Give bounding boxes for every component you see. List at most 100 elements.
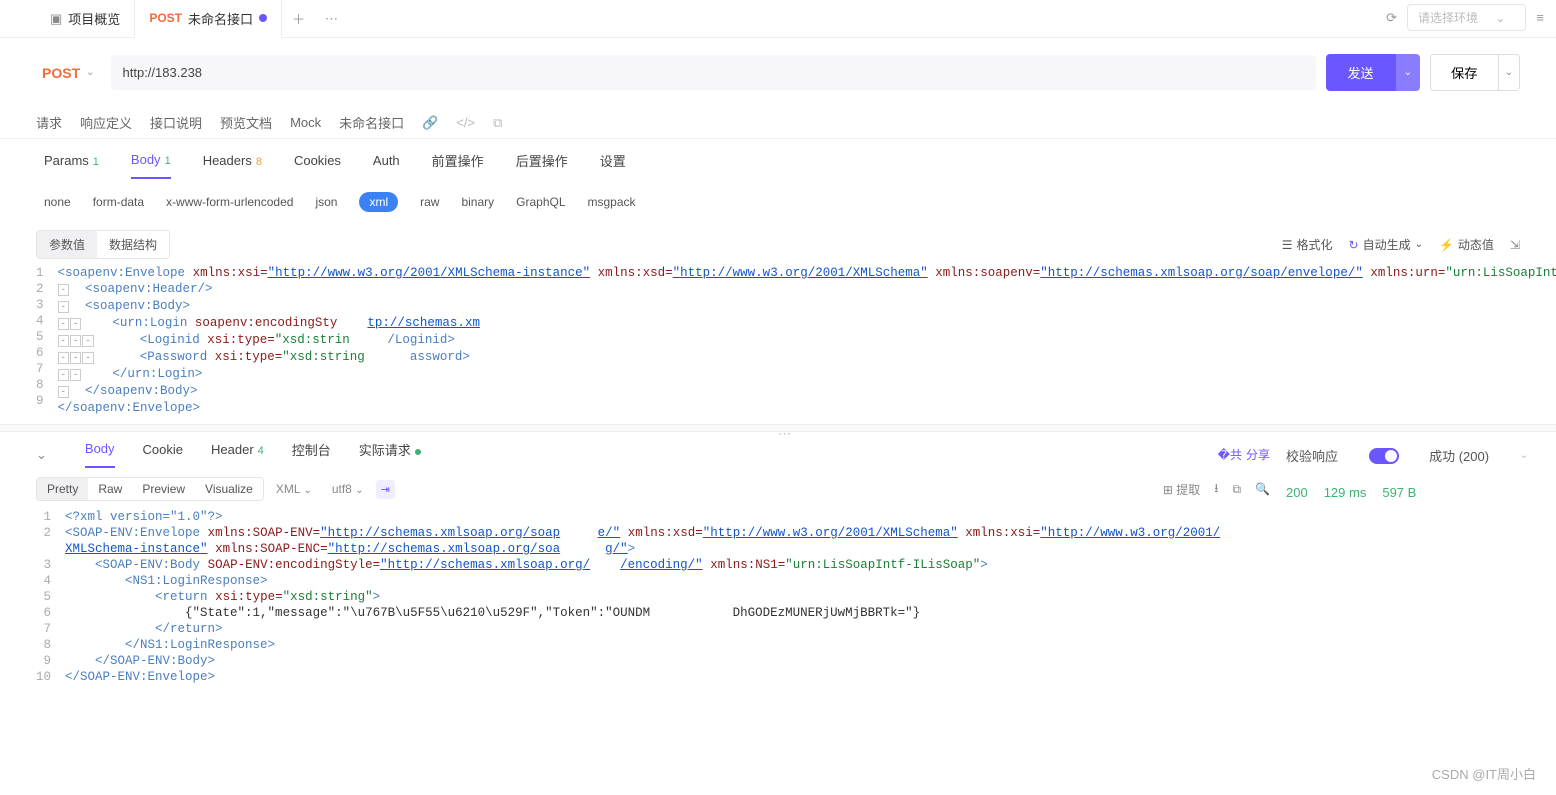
format-button[interactable]: ☰ 格式化 xyxy=(1282,236,1333,253)
env-settings-icon[interactable]: ≡ xyxy=(1536,10,1544,25)
bt-url[interactable]: x-www-form-urlencoded xyxy=(166,195,293,209)
enc-select[interactable]: utf8 ⌄ xyxy=(324,482,372,496)
download-icon[interactable]: ⭳ xyxy=(1214,479,1218,500)
bt-xml[interactable]: xml xyxy=(359,192,398,212)
collapse-icon[interactable]: ⌄ xyxy=(36,447,47,463)
verify-label: 校验响应 xyxy=(1286,446,1338,465)
overview-icon: ▣ xyxy=(50,11,62,27)
bt-none[interactable]: none xyxy=(44,195,71,209)
subnav-preview[interactable]: 预览文档 xyxy=(220,113,272,132)
extract-button[interactable]: ⊞ 提取 xyxy=(1163,481,1200,498)
view-pretty[interactable]: Pretty xyxy=(37,478,88,500)
request-editor[interactable]: 123456789 <soapenv:Envelope xmlns:xsi="h… xyxy=(0,265,1556,424)
chevron-down-icon: ⌄ xyxy=(86,67,94,78)
rtab-console[interactable]: 控制台 xyxy=(292,440,331,469)
seg-value[interactable]: 参数值 xyxy=(37,231,97,258)
subnav-request[interactable]: 请求 xyxy=(36,113,62,132)
tab-overview[interactable]: ▣ 项目概览 xyxy=(36,0,134,38)
response-editor[interactable]: 12345678910 <?xml version="1.0"?> <SOAP-… xyxy=(36,509,1270,725)
tab-body[interactable]: Body1 xyxy=(131,152,171,179)
view-preview[interactable]: Preview xyxy=(132,478,195,500)
lang-select[interactable]: XML ⌄ xyxy=(268,482,320,496)
body-types: none form-data x-www-form-urlencoded jso… xyxy=(0,180,1556,224)
copy-resp-icon[interactable]: ⧉ xyxy=(1232,482,1241,497)
chevron-down-icon[interactable]: ⌄ xyxy=(1520,450,1528,461)
add-tab-button[interactable]: ＋ xyxy=(282,9,315,28)
request-row: POST ⌄ 发送 ⌄ 保存 ⌄ xyxy=(0,38,1556,107)
dot-icon xyxy=(415,449,421,455)
code-icon[interactable]: </> xyxy=(456,115,475,130)
status-text: 成功 (200) xyxy=(1429,446,1489,465)
request-tabs: Params1 Body1 Headers8 Cookies Auth 前置操作… xyxy=(0,139,1556,180)
tab-request-label: 未命名接口 xyxy=(188,9,253,28)
wrap-icon[interactable]: ⇥ xyxy=(376,480,395,499)
send-button[interactable]: 发送 xyxy=(1326,54,1396,91)
resp-gutter: 12345678910 xyxy=(36,509,65,685)
resize-divider[interactable]: ⋯ xyxy=(0,424,1556,432)
subnav-response-def[interactable]: 响应定义 xyxy=(80,113,132,132)
bt-json[interactable]: json xyxy=(315,195,337,209)
subnav-desc[interactable]: 接口说明 xyxy=(150,113,202,132)
send-dropdown[interactable]: ⌄ xyxy=(1396,54,1420,91)
url-input[interactable] xyxy=(111,55,1316,90)
tab-cookies[interactable]: Cookies xyxy=(294,153,341,178)
save-button[interactable]: 保存 xyxy=(1430,54,1499,91)
rtab-header[interactable]: Header4 xyxy=(211,442,264,467)
view-visualize[interactable]: Visualize xyxy=(195,478,263,500)
watermark: CSDN @IT周小白 xyxy=(1432,764,1536,783)
bt-gql[interactable]: GraphQL xyxy=(516,195,565,209)
expand-icon[interactable]: ⇲ xyxy=(1510,238,1520,252)
tab-params[interactable]: Params1 xyxy=(44,153,99,178)
env-area: ⟳ 请选择环境 ⌄ ≡ xyxy=(1386,4,1544,31)
status-size: 597 B xyxy=(1382,485,1416,500)
status-time: 129 ms xyxy=(1324,485,1367,500)
chevron-down-icon: ⌄ xyxy=(1495,11,1505,25)
top-tabs: ▣ 项目概览 POST 未命名接口 ＋ ⋯ ⟳ 请选择环境 ⌄ ≡ xyxy=(0,0,1556,38)
line-gutter: 123456789 xyxy=(36,265,58,416)
tab-auth[interactable]: Auth xyxy=(373,153,400,178)
response-tabs: ⌄ Body Cookie Header4 控制台 实际请求 �共 分享 xyxy=(36,440,1270,469)
search-icon[interactable]: 🔍 xyxy=(1255,482,1270,496)
subnav-name[interactable]: 未命名接口 xyxy=(339,113,404,132)
tab-overview-label: 项目概览 xyxy=(68,9,120,28)
unsaved-dot-icon xyxy=(259,14,267,22)
rtab-cookie[interactable]: Cookie xyxy=(143,442,183,467)
response-side: 校验响应 成功 (200) ⌄ 200 129 ms 597 B xyxy=(1286,432,1556,500)
method-select[interactable]: POST ⌄ xyxy=(36,65,101,81)
value-struct-segment: 参数值 数据结构 xyxy=(36,230,170,259)
copy-icon[interactable]: ⧉ xyxy=(493,115,502,131)
bt-form[interactable]: form-data xyxy=(93,195,144,209)
view-segment: Pretty Raw Preview Visualize xyxy=(36,477,264,501)
tab-more-button[interactable]: ⋯ xyxy=(315,11,348,27)
refresh-icon[interactable]: ⟳ xyxy=(1386,10,1397,26)
verify-toggle[interactable] xyxy=(1369,448,1399,464)
seg-struct[interactable]: 数据结构 xyxy=(97,231,169,258)
sub-nav: 请求 响应定义 接口说明 预览文档 Mock 未命名接口 🔗 </> ⧉ xyxy=(0,107,1556,139)
tab-request[interactable]: POST 未命名接口 xyxy=(134,0,282,38)
tab-post[interactable]: 后置操作 xyxy=(516,151,568,180)
tab-headers[interactable]: Headers8 xyxy=(203,153,262,178)
save-dropdown[interactable]: ⌄ xyxy=(1499,54,1520,91)
environment-select[interactable]: 请选择环境 ⌄ xyxy=(1407,4,1526,31)
view-raw[interactable]: Raw xyxy=(88,478,132,500)
auto-gen-button[interactable]: ↻ 自动生成 ⌄ xyxy=(1349,236,1423,253)
share-button[interactable]: �共 分享 xyxy=(1218,446,1270,463)
bt-binary[interactable]: binary xyxy=(461,195,494,209)
response-code[interactable]: <?xml version="1.0"?> <SOAP-ENV:Envelope… xyxy=(65,509,1220,685)
bt-msg[interactable]: msgpack xyxy=(588,195,636,209)
request-code[interactable]: <soapenv:Envelope xmlns:xsi="http://www.… xyxy=(58,265,1556,416)
code-actions: ☰ 格式化 ↻ 自动生成 ⌄ ⚡ 动态值 ⇲ xyxy=(1282,236,1520,253)
dynamic-value-button[interactable]: ⚡ 动态值 xyxy=(1439,236,1494,253)
tab-settings[interactable]: 设置 xyxy=(600,151,626,180)
rtab-actual[interactable]: 实际请求 xyxy=(359,440,421,469)
method-label: POST xyxy=(42,65,80,81)
link-icon[interactable]: 🔗 xyxy=(422,115,438,131)
rtab-body[interactable]: Body xyxy=(85,441,115,468)
subnav-mock[interactable]: Mock xyxy=(290,115,321,130)
tab-pre[interactable]: 前置操作 xyxy=(432,151,484,180)
response-area: ⌄ Body Cookie Header4 控制台 实际请求 �共 分享 Pre… xyxy=(0,432,1556,725)
environment-placeholder: 请选择环境 xyxy=(1418,11,1478,25)
bt-raw[interactable]: raw xyxy=(420,195,439,209)
status-code: 200 xyxy=(1286,485,1308,500)
format-bar: Pretty Raw Preview Visualize XML ⌄ utf8 … xyxy=(36,469,1270,509)
